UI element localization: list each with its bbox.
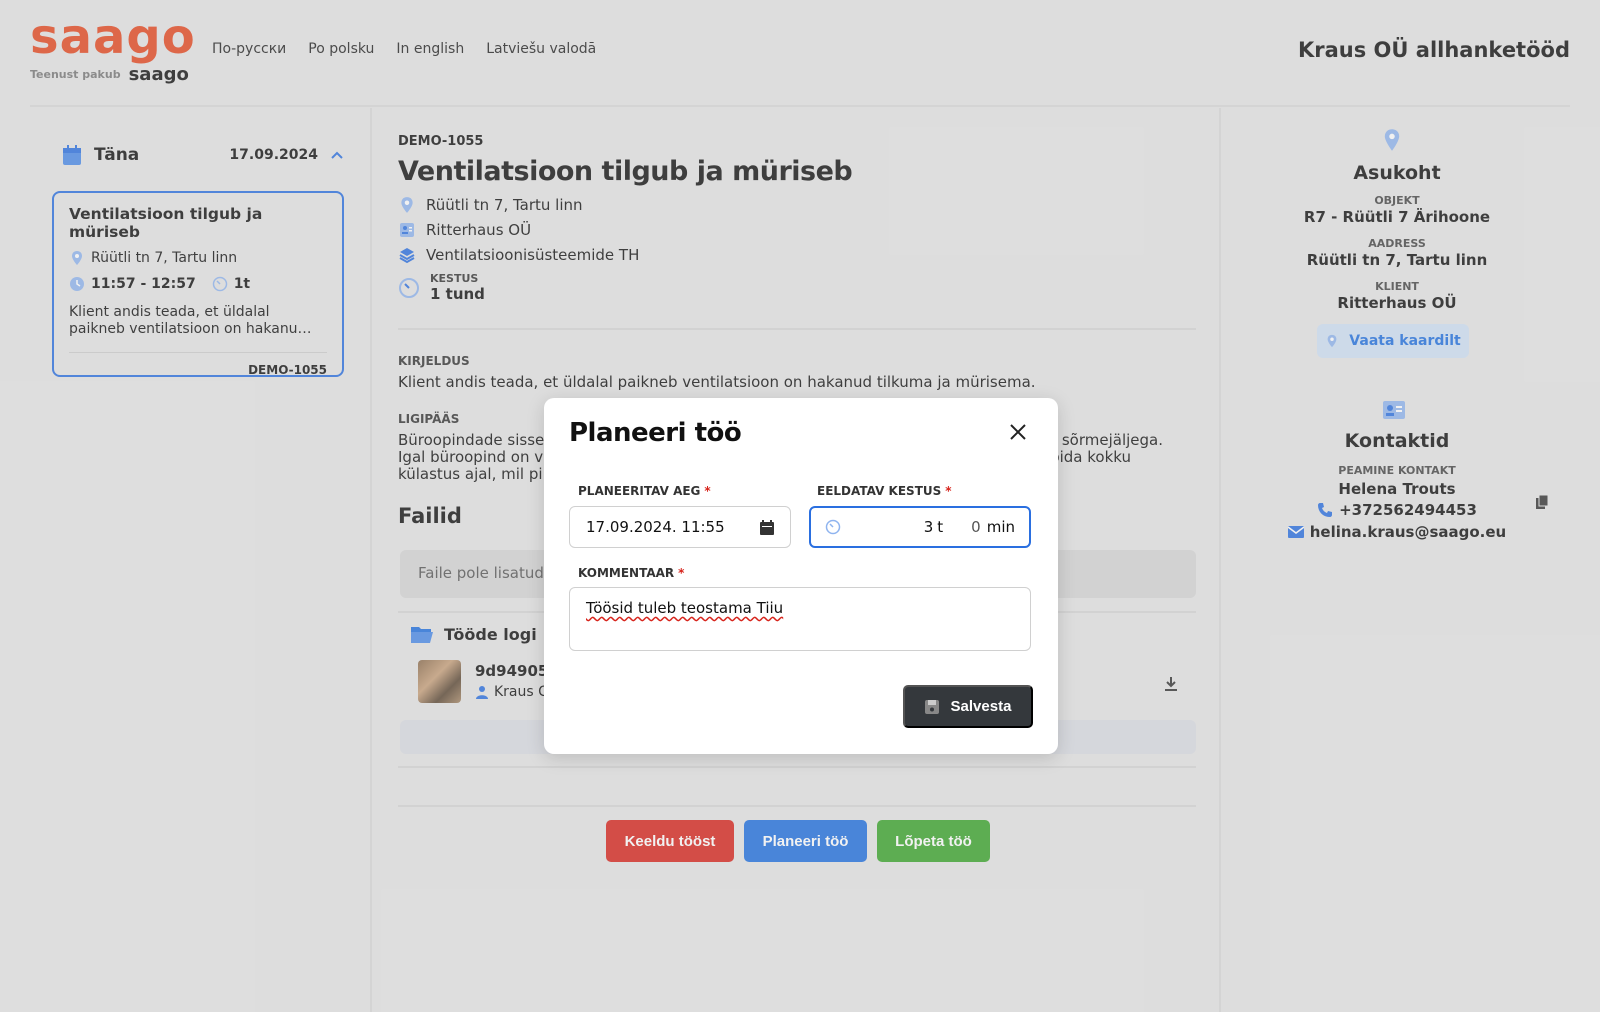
- expected-duration-label: EELDATAV KESTUS *: [817, 484, 952, 498]
- comment-label-text: KOMMENTAAR: [578, 566, 675, 580]
- comment-textarea[interactable]: Töösid tuleb teostama Tiiu: [569, 587, 1031, 651]
- comment-value: Töösid tuleb teostama Tiiu: [586, 599, 784, 617]
- required-mark: *: [945, 484, 952, 498]
- close-icon[interactable]: [1009, 423, 1027, 441]
- plan-job-modal: Planeeri töö PLANEERITAV AEG * 17.09.2024…: [544, 398, 1058, 754]
- minutes-value[interactable]: 0: [971, 518, 981, 536]
- expected-duration-input[interactable]: 3 t 0 min: [809, 506, 1031, 548]
- hours-value[interactable]: 3: [924, 518, 934, 536]
- minutes-unit: min: [986, 518, 1015, 536]
- comment-label: KOMMENTAAR *: [578, 566, 684, 580]
- modal-title: Planeeri töö: [569, 418, 742, 448]
- required-mark: *: [704, 484, 711, 498]
- expected-duration-label-text: EELDATAV KESTUS: [817, 484, 942, 498]
- timer-icon: [825, 519, 841, 535]
- calendar-icon[interactable]: [760, 519, 774, 535]
- planned-time-input[interactable]: 17.09.2024. 11:55: [569, 506, 791, 548]
- page: saago Teenust pakub saago По-русски Po p…: [0, 0, 1600, 1012]
- planned-time-label: PLANEERITAV AEG *: [578, 484, 711, 498]
- required-mark: *: [678, 566, 685, 580]
- planned-time-value: 17.09.2024. 11:55: [586, 518, 725, 536]
- planned-time-label-text: PLANEERITAV AEG: [578, 484, 701, 498]
- hours-unit: t: [937, 518, 944, 536]
- floppy-disk-icon: [924, 699, 939, 714]
- save-button-label: Salvesta: [950, 698, 1012, 715]
- save-button[interactable]: Salvesta: [903, 685, 1033, 728]
